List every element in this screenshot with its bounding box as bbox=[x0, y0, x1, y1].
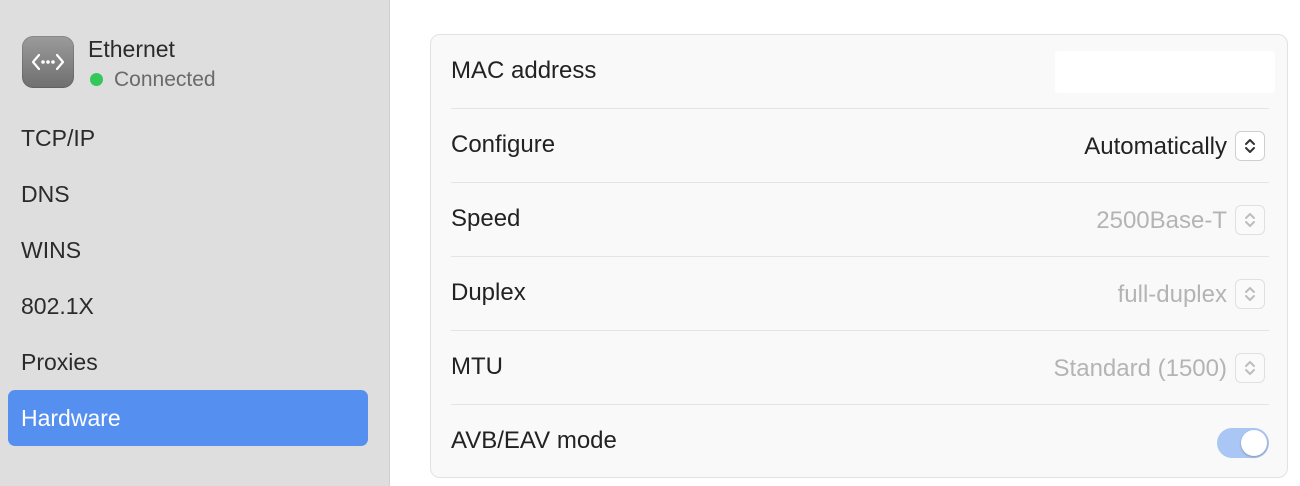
speed-value: 2500Base-T bbox=[1096, 207, 1227, 234]
speed-row: Speed 2500Base-T bbox=[431, 183, 1289, 257]
sidebar-item-proxies[interactable]: Proxies bbox=[8, 334, 368, 390]
configure-label: Configure bbox=[451, 131, 556, 158]
mtu-value: Standard (1500) bbox=[1053, 355, 1227, 382]
ethernet-icon bbox=[22, 36, 74, 88]
sidebar-item-8021x[interactable]: 802.1X bbox=[8, 278, 368, 334]
content-area: MAC address Configure Automatically Spee… bbox=[390, 0, 1300, 486]
sidebar-item-hardware[interactable]: Hardware bbox=[8, 390, 368, 446]
duplex-updown-icon[interactable] bbox=[1235, 279, 1265, 309]
mtu-popup[interactable]: Standard (1500) bbox=[1005, 353, 1265, 383]
configure-updown-icon[interactable] bbox=[1235, 131, 1265, 161]
mac-address-row: MAC address bbox=[431, 35, 1289, 109]
mtu-updown-icon[interactable] bbox=[1235, 353, 1265, 383]
toggle-knob bbox=[1241, 430, 1267, 456]
network-service-header: Ethernet Connected bbox=[22, 36, 382, 91]
mtu-row: MTU Standard (1500) bbox=[431, 331, 1289, 405]
duplex-value: full-duplex bbox=[1117, 281, 1227, 308]
mac-address-label: MAC address bbox=[451, 57, 597, 84]
sidebar-item-tcpip[interactable]: TCP/IP bbox=[8, 110, 368, 166]
mac-address-value bbox=[1055, 51, 1275, 93]
network-hardware-window: Ethernet Connected TCP/IP DNS WINS 802.1… bbox=[0, 0, 1300, 486]
speed-updown-icon[interactable] bbox=[1235, 205, 1265, 235]
avb-eav-toggle[interactable] bbox=[1217, 428, 1269, 458]
speed-popup[interactable]: 2500Base-T bbox=[1005, 205, 1265, 235]
avb-eav-row: AVB/EAV mode bbox=[431, 405, 1289, 479]
connection-status-text: Connected bbox=[114, 68, 216, 91]
configure-row: Configure Automatically bbox=[431, 109, 1289, 183]
network-service-name: Ethernet bbox=[88, 36, 175, 62]
speed-label: Speed bbox=[451, 205, 521, 232]
mtu-label: MTU bbox=[451, 353, 503, 380]
duplex-row: Duplex full-duplex bbox=[431, 257, 1289, 331]
hardware-settings-panel: MAC address Configure Automatically Spee… bbox=[430, 34, 1288, 478]
sidebar-item-wins[interactable]: WINS bbox=[8, 222, 368, 278]
sidebar-nav: TCP/IP DNS WINS 802.1X Proxies Hardware bbox=[8, 110, 368, 446]
sidebar: Ethernet Connected TCP/IP DNS WINS 802.1… bbox=[0, 0, 390, 486]
sidebar-item-dns[interactable]: DNS bbox=[8, 166, 368, 222]
configure-popup[interactable]: Automatically bbox=[1005, 131, 1265, 161]
duplex-label: Duplex bbox=[451, 279, 526, 306]
duplex-popup[interactable]: full-duplex bbox=[1005, 279, 1265, 309]
avb-eav-label: AVB/EAV mode bbox=[451, 427, 617, 454]
configure-value: Automatically bbox=[1084, 133, 1227, 160]
status-dot-icon bbox=[90, 73, 103, 86]
